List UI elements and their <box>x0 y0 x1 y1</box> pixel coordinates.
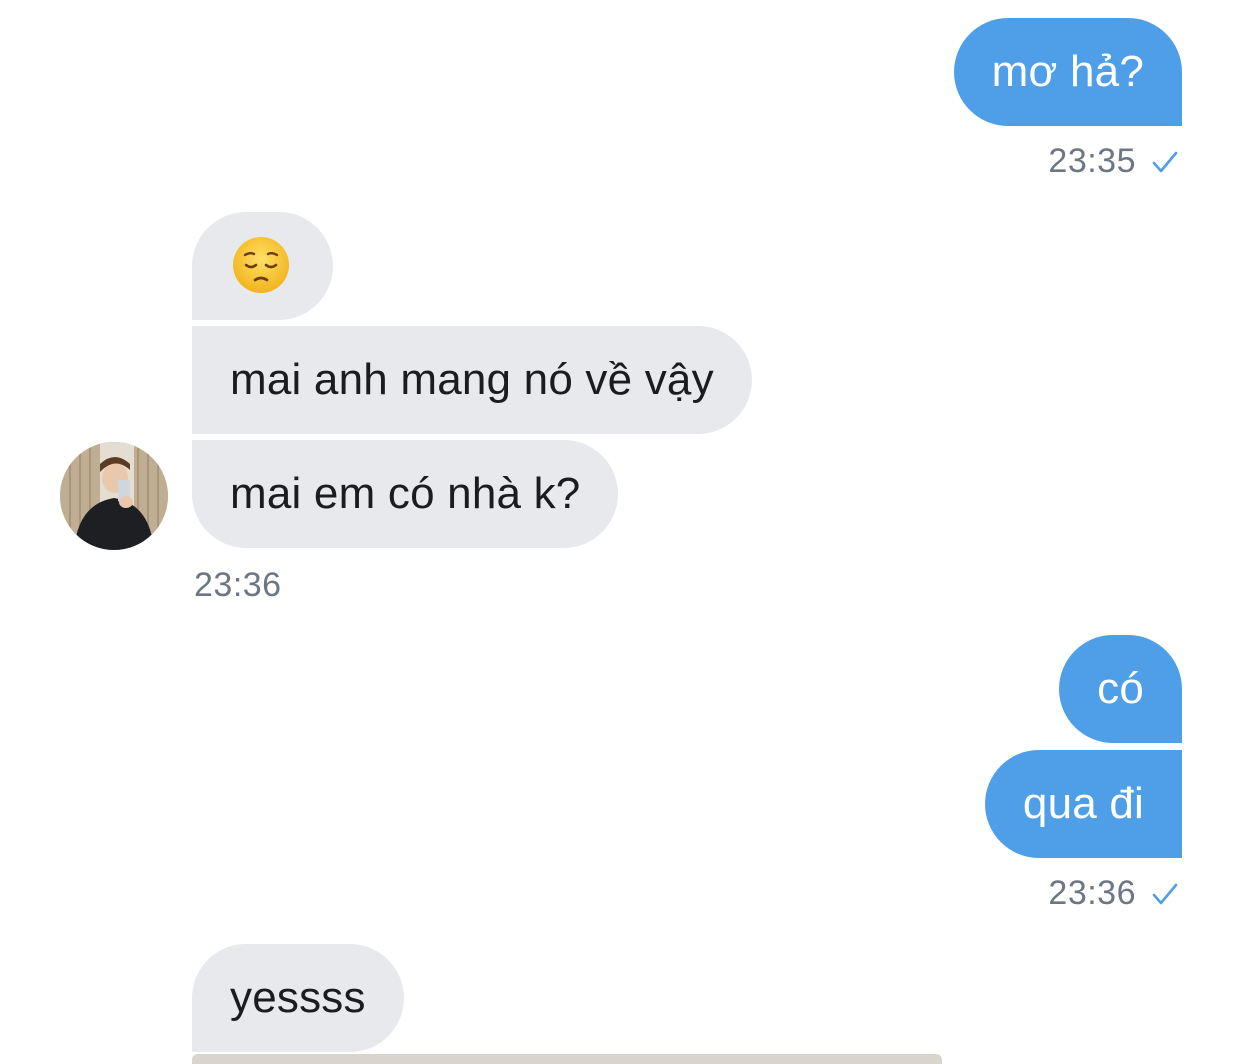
timestamp-text: 23:35 <box>1048 142 1136 180</box>
message-bubble-outgoing[interactable]: mơ hả? <box>953 18 1182 126</box>
message-text: mơ hả? <box>991 47 1144 96</box>
next-message-preview <box>192 1054 942 1064</box>
read-check-icon <box>1152 883 1178 904</box>
message-text: qua đi <box>1022 779 1144 828</box>
read-check-icon <box>1152 151 1178 172</box>
message-timestamp: 23:36 <box>194 566 282 605</box>
message-text: yessss <box>230 973 366 1022</box>
avatar-photo <box>60 442 168 550</box>
timestamp-text: 23:36 <box>194 566 282 604</box>
message-bubble-incoming[interactable]: yessss <box>192 944 404 1052</box>
message-timestamp: 23:36 <box>1048 874 1180 913</box>
message-timestamp: 23:35 <box>1048 142 1180 181</box>
contact-avatar[interactable] <box>60 442 168 550</box>
timestamp-text: 23:36 <box>1048 874 1136 912</box>
message-text: có <box>1097 664 1144 713</box>
message-text: mai em có nhà k? <box>230 469 581 518</box>
message-bubble-outgoing[interactable]: có <box>1059 635 1182 743</box>
message-bubble-outgoing[interactable]: qua đi <box>984 750 1182 858</box>
pensive-face-icon <box>233 237 289 293</box>
message-bubble-incoming[interactable]: mai em có nhà k? <box>192 440 619 548</box>
message-text: mai anh mang nó về vậy <box>230 355 714 404</box>
message-bubble-incoming[interactable]: mai anh mang nó về vậy <box>192 326 752 434</box>
